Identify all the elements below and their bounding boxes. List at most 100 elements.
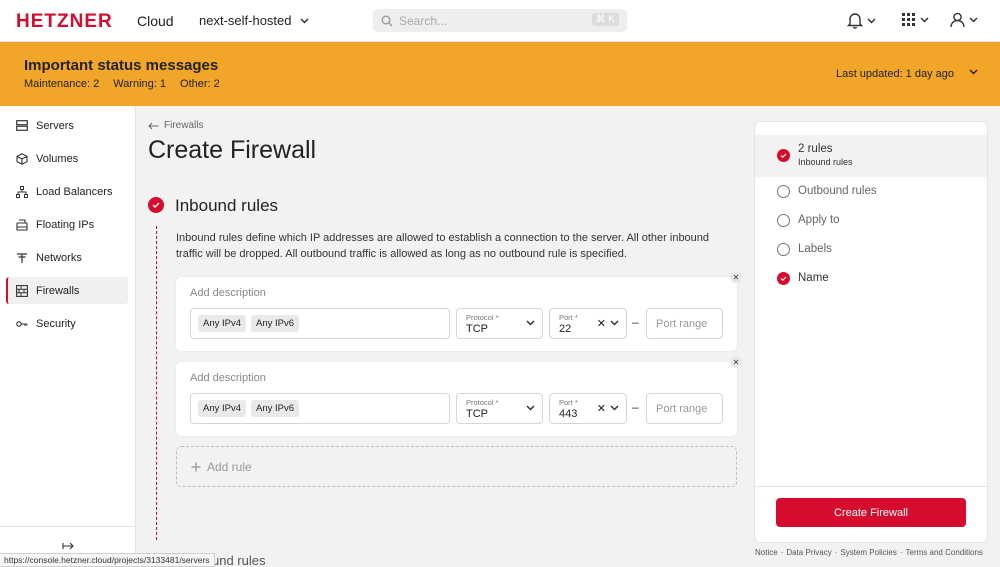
footer-link-notice[interactable]: Notice xyxy=(755,548,778,557)
rule-sources-input[interactable]: Any IPv4 Any IPv6 xyxy=(190,308,450,339)
chevron-down-icon xyxy=(299,17,309,24)
footer-link-data-privacy[interactable]: Data Privacy xyxy=(786,548,831,557)
project-selector[interactable]: next-self-hosted xyxy=(199,13,309,28)
cube-icon xyxy=(16,152,28,165)
port-label: Port * xyxy=(559,313,578,322)
rule-description-input[interactable]: Add description xyxy=(190,372,266,384)
sidebar-item-firewalls[interactable]: Firewalls xyxy=(6,277,128,304)
create-firewall-button[interactable]: Create Firewall xyxy=(776,498,966,527)
step-labels[interactable]: Labels xyxy=(755,243,987,256)
step-inbound-rules[interactable]: 2 rules Inbound rules xyxy=(755,135,987,177)
sidebar: Servers Volumes Load Balancers Floating … xyxy=(0,106,136,567)
clear-port-icon[interactable]: ✕ xyxy=(597,402,606,415)
warning-count: Warning: 1 xyxy=(113,78,167,90)
search-input[interactable]: Search... ⌘ K xyxy=(373,9,627,32)
status-banner[interactable]: Important status messages Maintenance: 2… xyxy=(0,42,1000,106)
protocol-value: TCP xyxy=(466,408,488,420)
sidebar-item-volumes[interactable]: Volumes xyxy=(6,145,128,172)
footer-separator: · xyxy=(834,548,838,557)
step-label: Apply to xyxy=(798,214,840,226)
user-icon xyxy=(950,12,965,28)
port-label: Port * xyxy=(559,398,578,407)
section-title-inbound-rules: Inbound rules xyxy=(175,196,279,215)
clear-port-icon[interactable]: ✕ xyxy=(597,317,606,330)
sidebar-item-label: Floating IPs xyxy=(36,218,95,231)
step-outbound-rules[interactable]: Outbound rules xyxy=(755,185,987,198)
sidebar-item-label: Security xyxy=(36,317,76,330)
range-separator: – xyxy=(632,315,639,329)
remove-rule-icon[interactable]: ✕ xyxy=(730,356,742,368)
sidebar-item-security[interactable]: Security xyxy=(6,310,128,337)
footer-link-system-policies[interactable]: System Policies xyxy=(840,548,896,557)
check-icon xyxy=(780,276,787,281)
step-radio xyxy=(777,243,790,256)
check-icon xyxy=(780,153,787,158)
chevron-down-icon xyxy=(969,17,978,23)
port-value: 443 xyxy=(559,408,578,420)
key-icon xyxy=(16,320,28,327)
top-bar: HETZNER Cloud next-self-hosted Search...… xyxy=(0,0,1000,42)
notifications-button[interactable] xyxy=(847,12,876,29)
protocol-select[interactable]: Protocol * TCP xyxy=(456,308,543,339)
chevron-down-icon[interactable] xyxy=(969,69,978,75)
apps-button[interactable] xyxy=(901,12,929,27)
source-chip-ipv6[interactable]: Any IPv6 xyxy=(251,400,300,417)
remove-rule-icon[interactable]: ✕ xyxy=(730,271,742,283)
range-separator: – xyxy=(632,400,639,414)
port-range-input[interactable]: Port range xyxy=(646,393,723,424)
source-chip-ipv4[interactable]: Any IPv4 xyxy=(198,315,247,332)
account-button[interactable] xyxy=(950,12,978,28)
network-icon xyxy=(17,252,27,263)
step-done-icon xyxy=(777,149,790,162)
plus-icon xyxy=(191,462,201,471)
logo-cloud-label: Cloud xyxy=(137,13,174,29)
sidebar-item-load-balancers[interactable]: Load Balancers xyxy=(6,178,128,205)
protocol-value: TCP xyxy=(466,323,488,335)
last-updated: Last updated: 1 day ago xyxy=(835,68,954,80)
port-select[interactable]: Port * 22 ✕ xyxy=(549,308,627,339)
status-bar-url: https://console.hetzner.cloud/projects/3… xyxy=(0,553,215,567)
step-label: 2 rules xyxy=(798,143,833,155)
sidebar-item-networks[interactable]: Networks xyxy=(6,244,128,271)
banner-counts: Maintenance: 2 Warning: 1 Other: 2 xyxy=(24,78,220,90)
port-value: 22 xyxy=(559,323,572,335)
rule-description-input[interactable]: Add description xyxy=(190,287,266,299)
footer-separator: · xyxy=(780,548,784,557)
source-chip-ipv6[interactable]: Any IPv6 xyxy=(251,315,300,332)
sidebar-item-label: Firewalls xyxy=(36,284,80,297)
server-icon xyxy=(16,120,28,131)
section-title-outbound-rules: und rules xyxy=(212,553,266,567)
breadcrumb[interactable]: Firewalls xyxy=(148,120,203,131)
panel-divider xyxy=(755,486,987,487)
step-label: Labels xyxy=(798,243,832,255)
step-label: Outbound rules xyxy=(798,185,877,197)
sidebar-item-label: Load Balancers xyxy=(36,185,113,198)
sidebar-item-label: Networks xyxy=(36,251,82,264)
step-radio xyxy=(777,214,790,227)
steps-panel: 2 rules Inbound rules Outbound rules App… xyxy=(755,122,987,542)
add-rule-button[interactable]: Add rule xyxy=(176,446,737,487)
bell-icon xyxy=(847,13,863,29)
hetzner-logo[interactable]: HETZNER xyxy=(16,11,113,33)
inbound-rule-card: Add description Any IPv4 Any IPv6 Protoc… xyxy=(176,277,737,351)
load-balancer-icon xyxy=(16,185,28,198)
breadcrumb-firewalls[interactable]: Firewalls xyxy=(164,120,203,131)
chevron-down-icon xyxy=(920,16,929,23)
inbound-rule-card: Add description Any IPv4 Any IPv6 Protoc… xyxy=(176,362,737,436)
step-connector-line xyxy=(156,226,157,540)
step-apply-to[interactable]: Apply to xyxy=(755,214,987,227)
port-range-input[interactable]: Port range xyxy=(646,308,723,339)
step-name[interactable]: Name xyxy=(755,272,987,285)
protocol-select[interactable]: Protocol * TCP xyxy=(456,393,543,424)
rule-sources-input[interactable]: Any IPv4 Any IPv6 xyxy=(190,393,450,424)
other-count: Other: 2 xyxy=(180,78,220,90)
maintenance-count: Maintenance: 2 xyxy=(24,78,100,90)
footer-link-terms[interactable]: Terms and Conditions xyxy=(906,548,983,557)
sidebar-item-floating-ips[interactable]: Floating IPs xyxy=(6,211,128,238)
collapse-sidebar-icon[interactable] xyxy=(62,541,74,551)
port-select[interactable]: Port * 443 ✕ xyxy=(549,393,627,424)
step-done-icon xyxy=(777,272,790,285)
sidebar-item-servers[interactable]: Servers xyxy=(6,112,128,139)
sidebar-item-label: Volumes xyxy=(36,152,79,165)
source-chip-ipv4[interactable]: Any IPv4 xyxy=(198,400,247,417)
